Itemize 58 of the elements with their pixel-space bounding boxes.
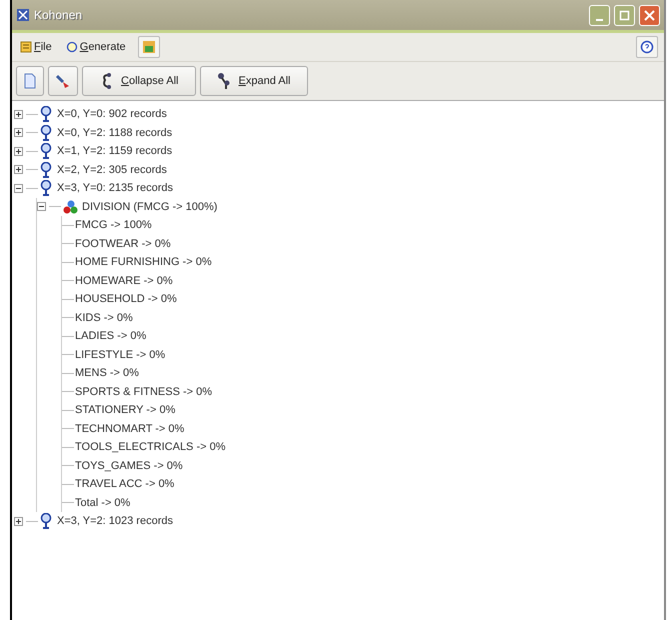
tree-item[interactable]: SPORTS & FITNESS -> 0% (75, 386, 212, 398)
help-button[interactable] (636, 36, 658, 58)
tree-item[interactable]: HOMEWARE -> 0% (75, 274, 173, 287)
pen-icon (55, 73, 71, 89)
tree-item[interactable]: Total -> 0% (75, 496, 130, 509)
tree-item[interactable]: TRAVEL ACC -> 0% (75, 478, 174, 490)
tree-item[interactable]: X=0, Y=2: 1188 records (57, 126, 172, 139)
tree-item[interactable]: FMCG -> 100% (75, 219, 152, 232)
circles-icon (62, 198, 78, 215)
cluster-icon (39, 162, 53, 178)
minimize-icon (596, 18, 603, 20)
app-icon (16, 8, 30, 22)
tree-item[interactable]: HOME FURNISHING -> 0% (75, 256, 212, 268)
tree-item[interactable]: TECHNOMART -> 0% (75, 422, 184, 435)
cluster-icon (39, 180, 53, 196)
expand-toggle[interactable] (14, 146, 23, 156)
tree-item[interactable]: STATIONERY -> 0% (75, 404, 176, 416)
expand-toggle[interactable] (14, 516, 23, 526)
tree-item[interactable]: KIDS -> 0% (75, 312, 133, 324)
tree-item[interactable]: DIVISION (FMCG -> 100%) (82, 200, 218, 213)
generate-icon (66, 41, 78, 53)
maximize-icon (618, 8, 631, 22)
expand-toggle[interactable] (14, 110, 23, 119)
picture-icon (142, 40, 156, 54)
file-icon (20, 41, 32, 53)
collapse-toggle[interactable] (37, 202, 46, 212)
tree-item[interactable]: X=1, Y=2: 1159 records (57, 145, 172, 158)
cluster-icon (39, 513, 53, 530)
tree-item[interactable]: TOYS_GAMES -> 0% (75, 460, 183, 472)
tool-button[interactable] (48, 66, 78, 96)
tree-item[interactable]: MENS -> 0% (75, 367, 139, 380)
expand-icon (216, 72, 230, 90)
tree-item[interactable]: LADIES -> 0% (75, 330, 146, 342)
tree-item[interactable]: X=0, Y=0: 902 records (57, 108, 167, 120)
tree-item[interactable]: X=2, Y=2: 305 records (57, 164, 167, 176)
image-button[interactable] (138, 36, 160, 58)
help-icon (640, 40, 654, 54)
expand-toggle[interactable] (14, 128, 23, 138)
generate-menu[interactable]: Generate (64, 39, 128, 55)
tree-item[interactable]: X=3, Y=2: 1023 records (57, 515, 173, 528)
tree-item[interactable]: HOUSEHOLD -> 0% (75, 293, 177, 306)
copy-button[interactable] (16, 66, 44, 96)
close-icon (643, 8, 656, 22)
cluster-icon (39, 106, 53, 122)
close-button[interactable] (639, 4, 660, 26)
document-icon (23, 73, 37, 89)
cluster-icon (39, 124, 53, 141)
window-title: Kohonen (34, 8, 82, 22)
collapse-toggle[interactable] (14, 184, 23, 193)
expand-all-button[interactable]: Expand All (200, 66, 308, 96)
file-menu[interactable]: File (18, 39, 54, 55)
tree-item[interactable]: LIFESTYLE -> 0% (75, 348, 166, 361)
cluster-icon (39, 143, 53, 160)
collapse-all-button[interactable]: Collapse All (82, 66, 196, 96)
tree-item[interactable]: TOOLS_ELECTRICALS -> 0% (75, 441, 226, 454)
tree-item[interactable]: FOOTWEAR -> 0% (75, 238, 171, 250)
expand-toggle[interactable] (14, 165, 23, 174)
tree-item[interactable]: X=3, Y=0: 2135 records (57, 182, 173, 194)
